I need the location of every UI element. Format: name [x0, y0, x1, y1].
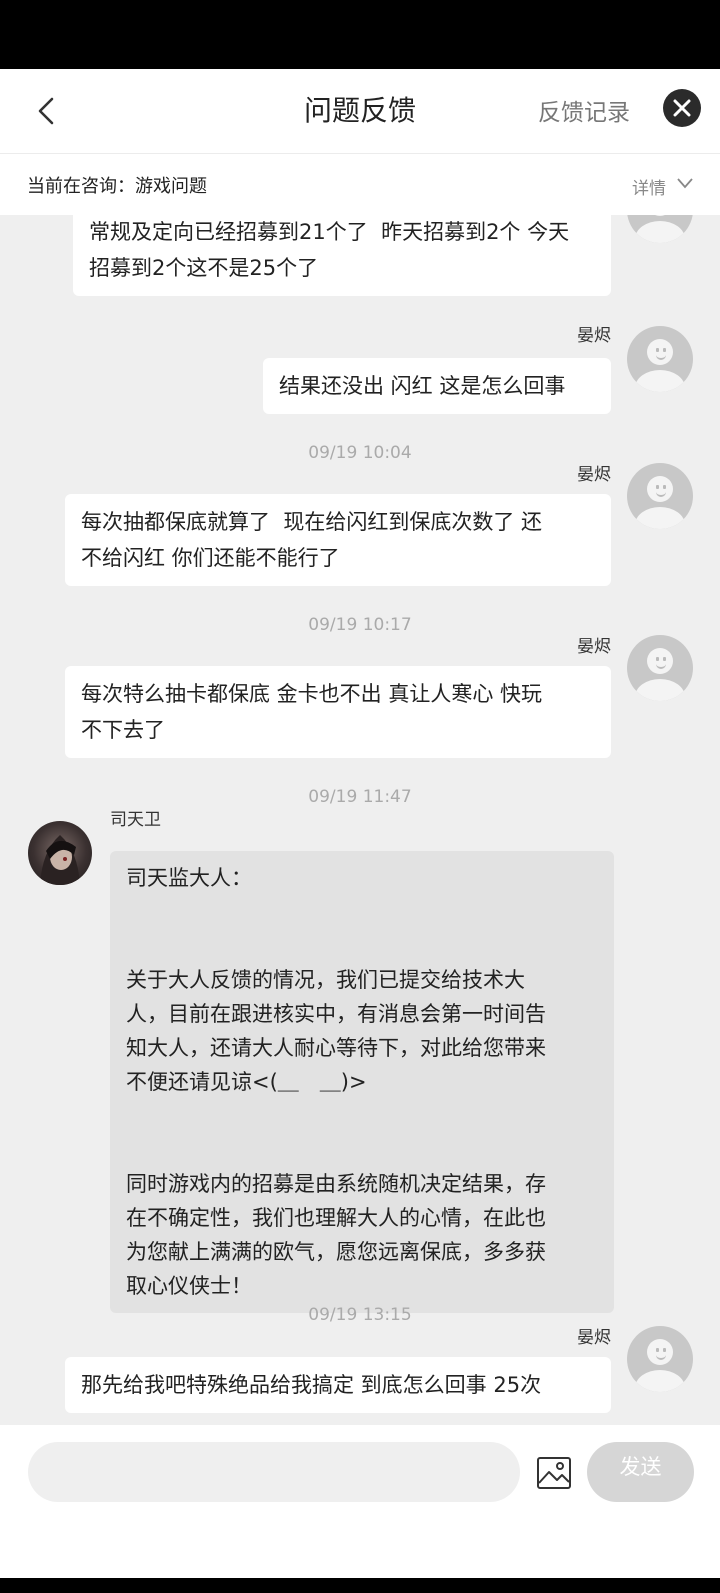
- message-timestamp: 09/19 10:04: [308, 443, 412, 463]
- user-avatar: [627, 463, 693, 529]
- user-message-bubble: 常规及定向已经招募到21个了 昨天招募到2个 今天 招募到2个这不是25个了: [73, 215, 611, 296]
- user-message-bubble: 每次特么抽卡都保底 金卡也不出 真让人寒心 快玩 不下去了: [65, 666, 611, 758]
- message-input[interactable]: [28, 1442, 520, 1502]
- user-avatar: [627, 635, 693, 701]
- status-bar: [0, 0, 720, 69]
- image-icon: [537, 1457, 571, 1489]
- agent-message-bubble: 司天监大人： 关于大人反馈的情况，我们已提交给技术大 人，目前在跟进核实中，有消…: [110, 851, 614, 1313]
- consult-bar: 当前在咨询：游戏问题 详情: [0, 154, 720, 215]
- user-name: 晏烬: [577, 637, 611, 657]
- user-avatar: [627, 215, 693, 243]
- user-message-bubble: 每次抽都保底就算了 现在给闪红到保底次数了 还 不给闪红 你们还能不能行了: [65, 494, 611, 586]
- user-message-bubble: 结果还没出 闪红 这是怎么回事: [263, 358, 611, 414]
- top-nav-bar: 问题反馈 反馈记录: [0, 69, 720, 154]
- user-avatar: [627, 1326, 693, 1392]
- chat-area[interactable]: 常规及定向已经招募到21个了 昨天招募到2个 今天 招募到2个这不是25个了 晏…: [0, 215, 720, 1425]
- close-button[interactable]: [663, 89, 701, 127]
- feedback-record-link[interactable]: 反馈记录: [538, 93, 630, 127]
- composer-bar: 发送: [0, 1425, 720, 1593]
- back-button[interactable]: [30, 91, 70, 131]
- detail-label: 详情: [632, 179, 666, 199]
- message-timestamp: 09/19 13:15: [308, 1305, 412, 1325]
- message-timestamp: 09/19 11:47: [308, 787, 412, 807]
- close-icon: [673, 99, 691, 117]
- user-avatar: [627, 326, 693, 392]
- user-name: 晏烬: [577, 465, 611, 485]
- agent-avatar: [28, 821, 92, 885]
- user-name: 晏烬: [577, 1328, 611, 1348]
- user-message-bubble: 那先给我吧特殊绝品给我搞定 到底怎么回事 25次: [65, 1357, 611, 1413]
- chevron-left-icon: [38, 97, 54, 125]
- send-button[interactable]: 发送: [587, 1442, 694, 1502]
- bottom-system-bar: [0, 1578, 720, 1593]
- chevron-down-icon: [677, 178, 693, 189]
- message-timestamp: 09/19 10:17: [308, 615, 412, 635]
- consult-topic: 当前在咨询：游戏问题: [27, 176, 207, 197]
- user-name: 晏烬: [577, 326, 611, 346]
- agent-name: 司天卫: [110, 810, 161, 830]
- image-upload-button[interactable]: [536, 1455, 572, 1491]
- detail-toggle[interactable]: 详情: [632, 174, 693, 199]
